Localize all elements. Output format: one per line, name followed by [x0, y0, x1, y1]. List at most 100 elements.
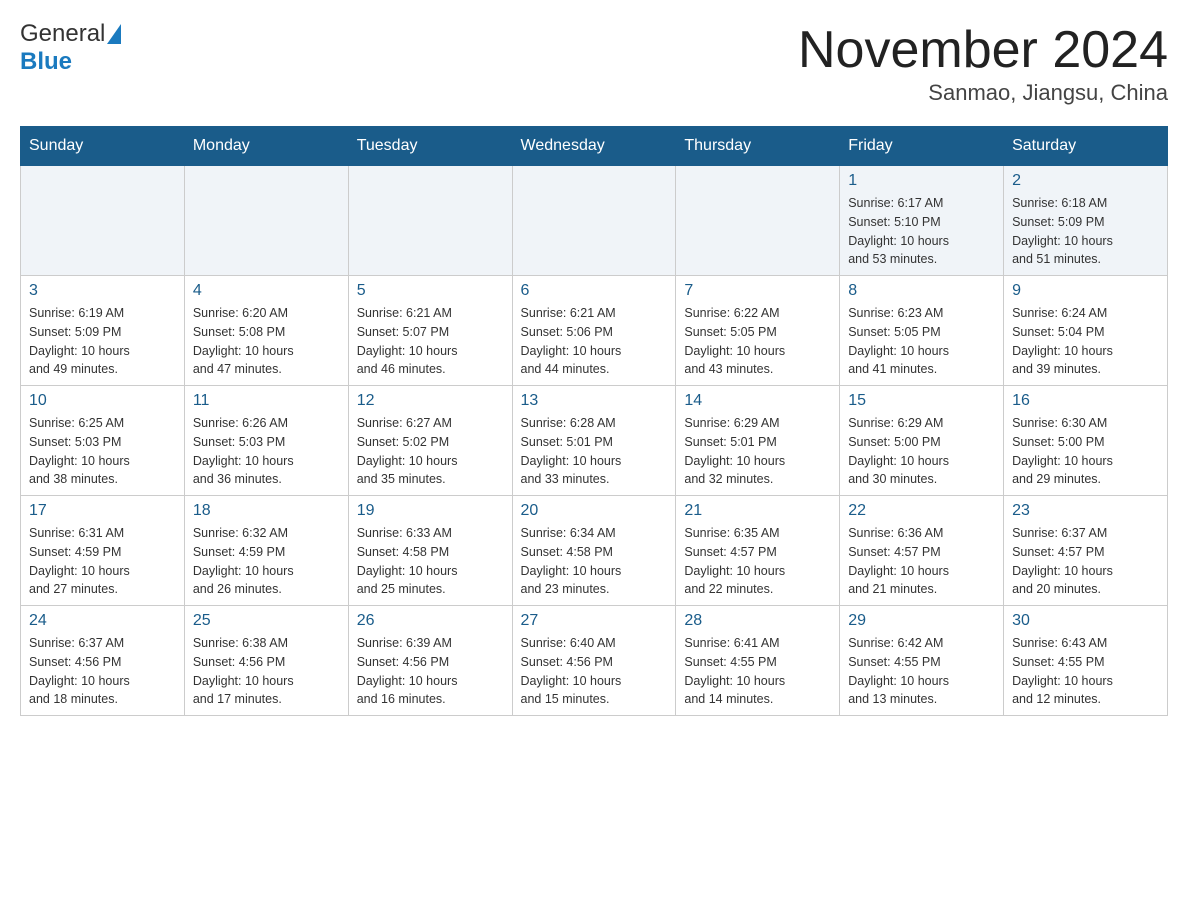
day-info: Sunrise: 6:25 AM Sunset: 5:03 PM Dayligh…: [29, 414, 176, 489]
calendar-cell: 27Sunrise: 6:40 AM Sunset: 4:56 PM Dayli…: [512, 606, 676, 716]
header-friday: Friday: [840, 127, 1004, 166]
day-number: 4: [193, 282, 340, 300]
header-monday: Monday: [184, 127, 348, 166]
day-number: 13: [521, 392, 668, 410]
calendar-cell: 17 Sunrise: 6:31 AM Sunset: 4:59 PM Dayli…: [21, 496, 185, 606]
day-info: Sunrise: 6:30 AM Sunset: 5:00 PM Dayligh…: [1012, 414, 1159, 489]
day-number: 8: [848, 282, 995, 300]
title-area: November 2024 Sanmao, Jiangsu, China: [798, 20, 1168, 106]
day-info: Sunrise: 6:34 AM Sunset: 4:58 PM Dayligh…: [521, 524, 668, 599]
calendar-cell: 14Sunrise: 6:29 AM Sunset: 5:01 PM Dayli…: [676, 386, 840, 496]
day-number: 7: [684, 282, 831, 300]
day-info: Sunrise: 6:38 AM Sunset: 4:56 PM Dayligh…: [193, 634, 340, 709]
header-wednesday: Wednesday: [512, 127, 676, 166]
day-info: Sunrise: 6:29 AM Sunset: 5:00 PM Dayligh…: [848, 414, 995, 489]
calendar-header-row: SundayMondayTuesdayWednesdayThursdayFrid…: [21, 127, 1168, 166]
day-number: 16: [1012, 392, 1159, 410]
header-sunday: Sunday: [21, 127, 185, 166]
day-number: 25: [193, 612, 340, 630]
day-info: Sunrise: 6:21 AM Sunset: 5:06 PM Dayligh…: [521, 304, 668, 379]
header: General Blue November 2024 Sanmao, Jiang…: [20, 20, 1168, 106]
calendar-cell: 23 Sunrise: 6:37 AM Sunset: 4:57 PM Dayli…: [1004, 496, 1168, 606]
calendar-cell: 30 Sunrise: 6:43 AM Sunset: 4:55 PM Dayli…: [1004, 606, 1168, 716]
day-number: 24: [29, 612, 176, 630]
location-subtitle: Sanmao, Jiangsu, China: [798, 80, 1168, 106]
day-info: Sunrise: 6:28 AM Sunset: 5:01 PM Dayligh…: [521, 414, 668, 489]
day-info: Sunrise: 6:41 AM Sunset: 4:55 PM Dayligh…: [684, 634, 831, 709]
calendar-table: SundayMondayTuesdayWednesdayThursdayFrid…: [20, 126, 1168, 716]
day-info: Sunrise: 6:37 AM Sunset: 4:56 PM Dayligh…: [29, 634, 176, 709]
calendar-cell: [184, 166, 348, 276]
calendar-cell: 8 Sunrise: 6:23 AM Sunset: 5:05 PM Daylig…: [840, 276, 1004, 386]
calendar-cell: [348, 166, 512, 276]
calendar-cell: 29Sunrise: 6:42 AM Sunset: 4:55 PM Dayli…: [840, 606, 1004, 716]
header-tuesday: Tuesday: [348, 127, 512, 166]
day-info: Sunrise: 6:33 AM Sunset: 4:58 PM Dayligh…: [357, 524, 504, 599]
week-row-1: 1 Sunrise: 6:17 AM Sunset: 5:10 PM Daylig…: [21, 166, 1168, 276]
day-number: 14: [684, 392, 831, 410]
week-row-5: 24 Sunrise: 6:37 AM Sunset: 4:56 PM Dayli…: [21, 606, 1168, 716]
day-info: Sunrise: 6:19 AM Sunset: 5:09 PM Dayligh…: [29, 304, 176, 379]
calendar-cell: 9Sunrise: 6:24 AM Sunset: 5:04 PM Daylig…: [1004, 276, 1168, 386]
calendar-cell: 18Sunrise: 6:32 AM Sunset: 4:59 PM Dayli…: [184, 496, 348, 606]
calendar-cell: 16 Sunrise: 6:30 AM Sunset: 5:00 PM Dayli…: [1004, 386, 1168, 496]
day-info: Sunrise: 6:23 AM Sunset: 5:05 PM Dayligh…: [848, 304, 995, 379]
day-info: Sunrise: 6:17 AM Sunset: 5:10 PM Dayligh…: [848, 194, 995, 269]
header-thursday: Thursday: [676, 127, 840, 166]
calendar-cell: 25 Sunrise: 6:38 AM Sunset: 4:56 PM Dayli…: [184, 606, 348, 716]
day-info: Sunrise: 6:18 AM Sunset: 5:09 PM Dayligh…: [1012, 194, 1159, 269]
logo-triangle-icon: [107, 24, 121, 44]
day-number: 10: [29, 392, 176, 410]
week-row-2: 3Sunrise: 6:19 AM Sunset: 5:09 PM Daylig…: [21, 276, 1168, 386]
calendar-cell: [21, 166, 185, 276]
calendar-cell: 19Sunrise: 6:33 AM Sunset: 4:58 PM Dayli…: [348, 496, 512, 606]
day-number: 17: [29, 502, 176, 520]
calendar-cell: 4Sunrise: 6:20 AM Sunset: 5:08 PM Daylig…: [184, 276, 348, 386]
calendar-cell: 10 Sunrise: 6:25 AM Sunset: 5:03 PM Dayli…: [21, 386, 185, 496]
day-info: Sunrise: 6:35 AM Sunset: 4:57 PM Dayligh…: [684, 524, 831, 599]
day-number: 6: [521, 282, 668, 300]
calendar-cell: 11Sunrise: 6:26 AM Sunset: 5:03 PM Dayli…: [184, 386, 348, 496]
day-number: 20: [521, 502, 668, 520]
calendar-cell: [676, 166, 840, 276]
day-info: Sunrise: 6:21 AM Sunset: 5:07 PM Dayligh…: [357, 304, 504, 379]
calendar-cell: 15 Sunrise: 6:29 AM Sunset: 5:00 PM Dayli…: [840, 386, 1004, 496]
week-row-3: 10 Sunrise: 6:25 AM Sunset: 5:03 PM Dayli…: [21, 386, 1168, 496]
calendar-cell: 7 Sunrise: 6:22 AM Sunset: 5:05 PM Daylig…: [676, 276, 840, 386]
calendar-cell: 28 Sunrise: 6:41 AM Sunset: 4:55 PM Dayli…: [676, 606, 840, 716]
day-number: 23: [1012, 502, 1159, 520]
calendar-cell: 21 Sunrise: 6:35 AM Sunset: 4:57 PM Dayli…: [676, 496, 840, 606]
calendar-cell: 2 Sunrise: 6:18 AM Sunset: 5:09 PM Daylig…: [1004, 166, 1168, 276]
logo-word-general: General: [20, 20, 105, 48]
day-info: Sunrise: 6:40 AM Sunset: 4:56 PM Dayligh…: [521, 634, 668, 709]
day-info: Sunrise: 6:22 AM Sunset: 5:05 PM Dayligh…: [684, 304, 831, 379]
day-info: Sunrise: 6:37 AM Sunset: 4:57 PM Dayligh…: [1012, 524, 1159, 599]
day-number: 21: [684, 502, 831, 520]
month-year-title: November 2024: [798, 20, 1168, 80]
calendar-cell: 24 Sunrise: 6:37 AM Sunset: 4:56 PM Dayli…: [21, 606, 185, 716]
day-number: 30: [1012, 612, 1159, 630]
day-number: 2: [1012, 172, 1159, 190]
day-info: Sunrise: 6:36 AM Sunset: 4:57 PM Dayligh…: [848, 524, 995, 599]
calendar-cell: 13 Sunrise: 6:28 AM Sunset: 5:01 PM Dayli…: [512, 386, 676, 496]
day-number: 22: [848, 502, 995, 520]
logo: General Blue: [20, 20, 121, 76]
day-info: Sunrise: 6:32 AM Sunset: 4:59 PM Dayligh…: [193, 524, 340, 599]
day-info: Sunrise: 6:26 AM Sunset: 5:03 PM Dayligh…: [193, 414, 340, 489]
day-number: 26: [357, 612, 504, 630]
day-number: 28: [684, 612, 831, 630]
day-info: Sunrise: 6:24 AM Sunset: 5:04 PM Dayligh…: [1012, 304, 1159, 379]
week-row-4: 17 Sunrise: 6:31 AM Sunset: 4:59 PM Dayli…: [21, 496, 1168, 606]
calendar-cell: 22 Sunrise: 6:36 AM Sunset: 4:57 PM Dayli…: [840, 496, 1004, 606]
day-info: Sunrise: 6:31 AM Sunset: 4:59 PM Dayligh…: [29, 524, 176, 599]
calendar-cell: 26Sunrise: 6:39 AM Sunset: 4:56 PM Dayli…: [348, 606, 512, 716]
day-number: 5: [357, 282, 504, 300]
calendar-cell: 3Sunrise: 6:19 AM Sunset: 5:09 PM Daylig…: [21, 276, 185, 386]
day-info: Sunrise: 6:27 AM Sunset: 5:02 PM Dayligh…: [357, 414, 504, 489]
calendar-cell: 1 Sunrise: 6:17 AM Sunset: 5:10 PM Daylig…: [840, 166, 1004, 276]
day-info: Sunrise: 6:43 AM Sunset: 4:55 PM Dayligh…: [1012, 634, 1159, 709]
day-number: 1: [848, 172, 995, 190]
calendar-cell: 6 Sunrise: 6:21 AM Sunset: 5:06 PM Daylig…: [512, 276, 676, 386]
day-number: 15: [848, 392, 995, 410]
day-number: 29: [848, 612, 995, 630]
